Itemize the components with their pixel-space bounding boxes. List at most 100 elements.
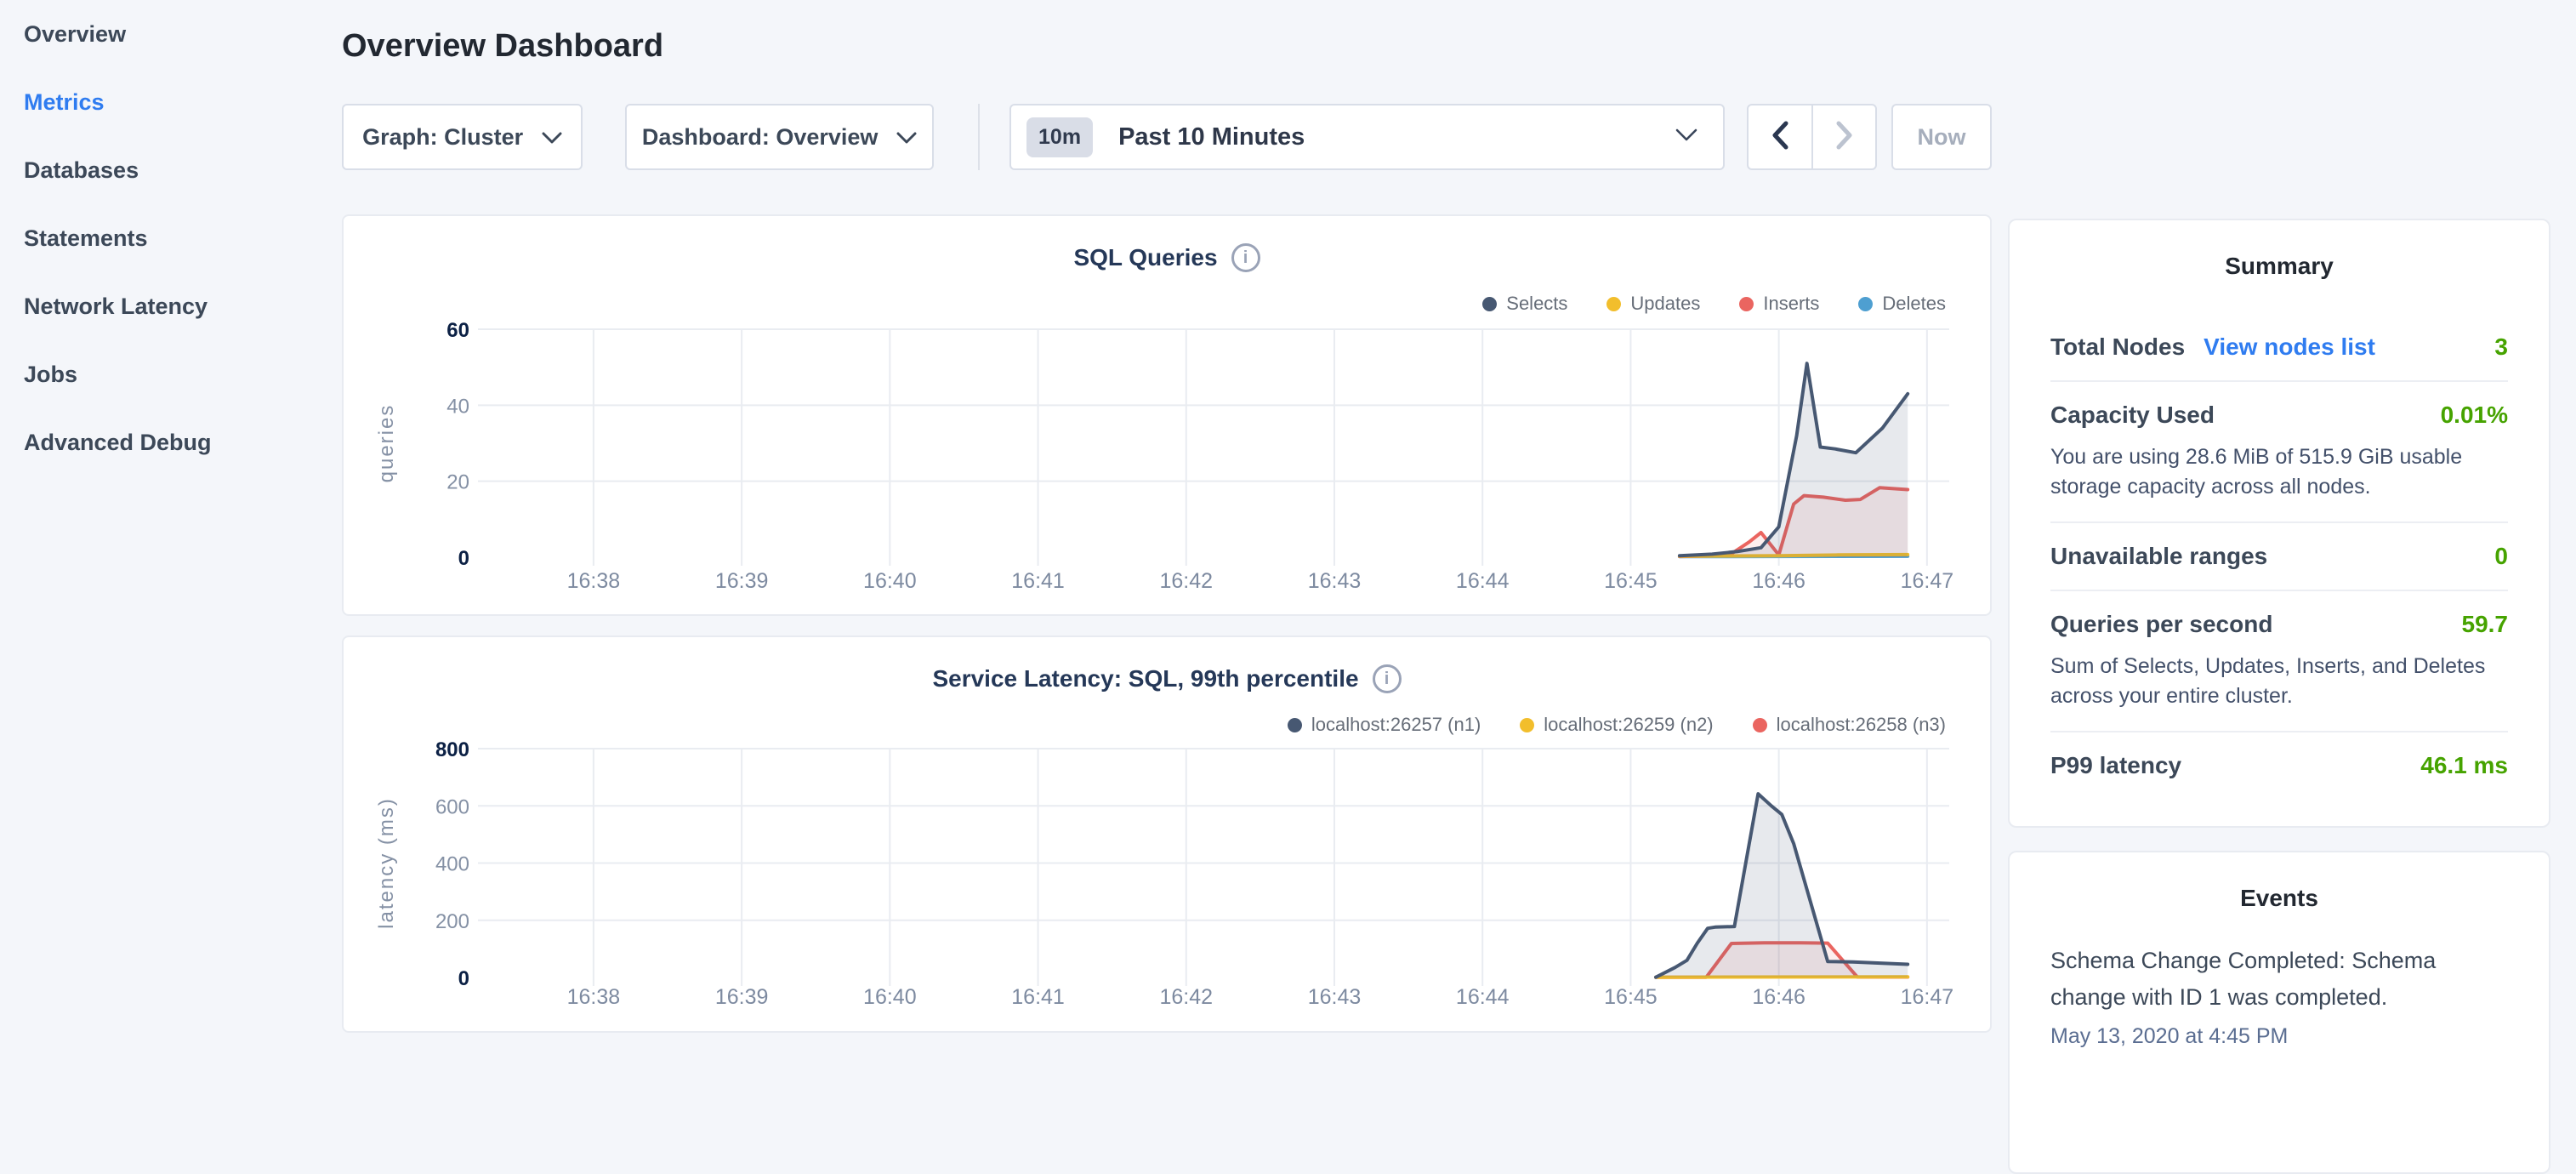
sidebar-item-statements[interactable]: Statements xyxy=(0,204,342,272)
events-title: Events xyxy=(2010,885,2549,912)
legend-dot-icon xyxy=(1753,718,1767,732)
dashboard-dropdown-label: Dashboard: Overview xyxy=(642,124,879,151)
chevron-down-icon xyxy=(542,124,562,151)
p99-latency-label: P99 latency xyxy=(2050,752,2181,779)
chevron-right-icon xyxy=(1835,120,1854,155)
legend-item: Updates xyxy=(1606,293,1700,315)
svg-text:16:40: 16:40 xyxy=(863,569,917,593)
total-nodes-value: 3 xyxy=(2494,333,2508,361)
legend-dot-icon xyxy=(1520,718,1534,732)
svg-text:16:43: 16:43 xyxy=(1308,569,1362,593)
svg-text:16:38: 16:38 xyxy=(567,985,621,1009)
sidebar-item-overview[interactable]: Overview xyxy=(0,0,342,68)
events-panel: Events Schema Change Completed: Schema c… xyxy=(2008,851,2550,1174)
svg-text:200: 200 xyxy=(435,910,469,933)
svg-text:16:43: 16:43 xyxy=(1308,985,1362,1009)
sidebar-item-network-latency[interactable]: Network Latency xyxy=(0,272,342,340)
chart-legend: localhost:26257 (n1) localhost:26259 (n2)… xyxy=(1288,714,1946,736)
svg-text:16:38: 16:38 xyxy=(567,569,621,593)
legend-dot-icon xyxy=(1606,297,1621,311)
time-step-buttons xyxy=(1747,104,1877,170)
legend-item: localhost:26259 (n2) xyxy=(1520,714,1713,736)
chevron-down-icon xyxy=(1675,128,1697,146)
summary-row-total-nodes: Total Nodes View nodes list 3 xyxy=(2050,314,2508,382)
time-range-label: Past 10 Minutes xyxy=(1118,123,1675,151)
summary-row-qps: Queries per second 59.7 Sum of Selects, … xyxy=(2050,591,2508,732)
svg-text:16:44: 16:44 xyxy=(1456,569,1510,593)
now-button-label: Now xyxy=(1917,124,1965,151)
legend-label: localhost:26259 (n2) xyxy=(1544,714,1713,736)
controls-bar: Graph: Cluster Dashboard: Overview 10m P… xyxy=(342,104,1992,170)
svg-text:60: 60 xyxy=(446,319,469,342)
summary-panel: Summary Total Nodes View nodes list 3 Ca… xyxy=(2008,219,2550,828)
main-content: Overview Dashboard Graph: Cluster Dashbo… xyxy=(342,0,1992,1033)
legend-label: Deletes xyxy=(1882,293,1946,315)
legend-label: Inserts xyxy=(1763,293,1819,315)
svg-text:16:40: 16:40 xyxy=(863,985,917,1009)
svg-text:16:46: 16:46 xyxy=(1752,569,1805,593)
legend-dot-icon xyxy=(1858,297,1873,311)
sidebar-item-databases[interactable]: Databases xyxy=(0,136,342,204)
svg-text:16:42: 16:42 xyxy=(1159,569,1213,593)
time-step-forward-button[interactable] xyxy=(1811,105,1875,168)
legend-item: Selects xyxy=(1482,293,1567,315)
capacity-used-label: Capacity Used xyxy=(2050,402,2215,429)
time-range-picker[interactable]: 10m Past 10 Minutes xyxy=(1009,104,1724,170)
svg-text:latency (ms): latency (ms) xyxy=(375,797,398,929)
unavailable-ranges-value: 0 xyxy=(2494,543,2508,570)
dashboard-dropdown[interactable]: Dashboard: Overview xyxy=(625,104,934,170)
time-step-back-button[interactable] xyxy=(1749,105,1812,168)
sidebar-item-metrics[interactable]: Metrics xyxy=(0,68,342,136)
sidebar: OverviewMetricsDatabasesStatementsNetwor… xyxy=(0,0,342,1051)
graph-dropdown[interactable]: Graph: Cluster xyxy=(342,104,583,170)
total-nodes-label: Total Nodes xyxy=(2050,333,2185,361)
chart-plot: 020040060080016:3816:3916:4016:4116:4216… xyxy=(344,637,1990,1031)
svg-text:20: 20 xyxy=(446,471,469,494)
svg-text:400: 400 xyxy=(435,853,469,876)
legend-item: Deletes xyxy=(1858,293,1946,315)
now-button[interactable]: Now xyxy=(1891,104,1992,170)
controls-divider xyxy=(978,104,980,170)
qps-value: 59.7 xyxy=(2462,611,2509,638)
summary-row-unavailable-ranges: Unavailable ranges 0 xyxy=(2050,523,2508,591)
sql-queries-chart-card: SQL Queries i SelectsUpdatesInsertsDelet… xyxy=(342,214,1992,616)
event-text: Schema Change Completed: Schema change w… xyxy=(2050,943,2508,1016)
chart-legend: Selects Updates Inserts Deletes xyxy=(1482,293,1946,315)
sidebar-item-jobs[interactable]: Jobs xyxy=(0,340,342,408)
chevron-down-icon xyxy=(896,124,917,151)
summary-row-p99: P99 latency 46.1 ms xyxy=(2050,732,2508,799)
svg-text:0: 0 xyxy=(458,967,469,990)
legend-dot-icon xyxy=(1288,718,1302,732)
p99-latency-value: 46.1 ms xyxy=(2420,752,2508,779)
chart-title: Service Latency: SQL, 99th percentile xyxy=(932,665,1358,692)
svg-text:16:41: 16:41 xyxy=(1011,985,1065,1009)
event-timestamp: May 13, 2020 at 4:45 PM xyxy=(2050,1024,2508,1049)
summary-title: Summary xyxy=(2010,253,2549,280)
qps-label: Queries per second xyxy=(2050,611,2272,638)
capacity-used-subtext: You are using 28.6 MiB of 515.9 GiB usab… xyxy=(2050,442,2508,502)
qps-subtext: Sum of Selects, Updates, Inserts, and De… xyxy=(2050,652,2508,711)
legend-label: Updates xyxy=(1630,293,1700,315)
svg-text:16:39: 16:39 xyxy=(715,985,769,1009)
chevron-left-icon xyxy=(1771,120,1789,155)
svg-text:16:41: 16:41 xyxy=(1011,569,1065,593)
event-item: Schema Change Completed: Schema change w… xyxy=(2050,943,2508,1049)
service-latency-chart-card: Service Latency: SQL, 99th percentile i … xyxy=(342,635,1992,1033)
legend-item: localhost:26258 (n3) xyxy=(1753,714,1946,736)
legend-label: localhost:26258 (n3) xyxy=(1777,714,1946,736)
svg-text:16:39: 16:39 xyxy=(715,569,769,593)
view-nodes-list-link[interactable]: View nodes list xyxy=(2204,333,2375,361)
svg-text:16:44: 16:44 xyxy=(1456,985,1510,1009)
legend-label: Selects xyxy=(1506,293,1567,315)
legend-item: localhost:26257 (n1) xyxy=(1288,714,1481,736)
svg-text:queries: queries xyxy=(375,404,398,483)
svg-text:16:42: 16:42 xyxy=(1159,985,1213,1009)
sidebar-item-advanced-debug[interactable]: Advanced Debug xyxy=(0,408,342,476)
page-title: Overview Dashboard xyxy=(342,28,1992,65)
unavailable-ranges-label: Unavailable ranges xyxy=(2050,543,2267,570)
svg-text:16:46: 16:46 xyxy=(1752,985,1805,1009)
info-icon[interactable]: i xyxy=(1373,664,1402,693)
svg-text:800: 800 xyxy=(435,738,469,761)
svg-text:16:47: 16:47 xyxy=(1901,985,1954,1009)
info-icon[interactable]: i xyxy=(1231,243,1260,272)
